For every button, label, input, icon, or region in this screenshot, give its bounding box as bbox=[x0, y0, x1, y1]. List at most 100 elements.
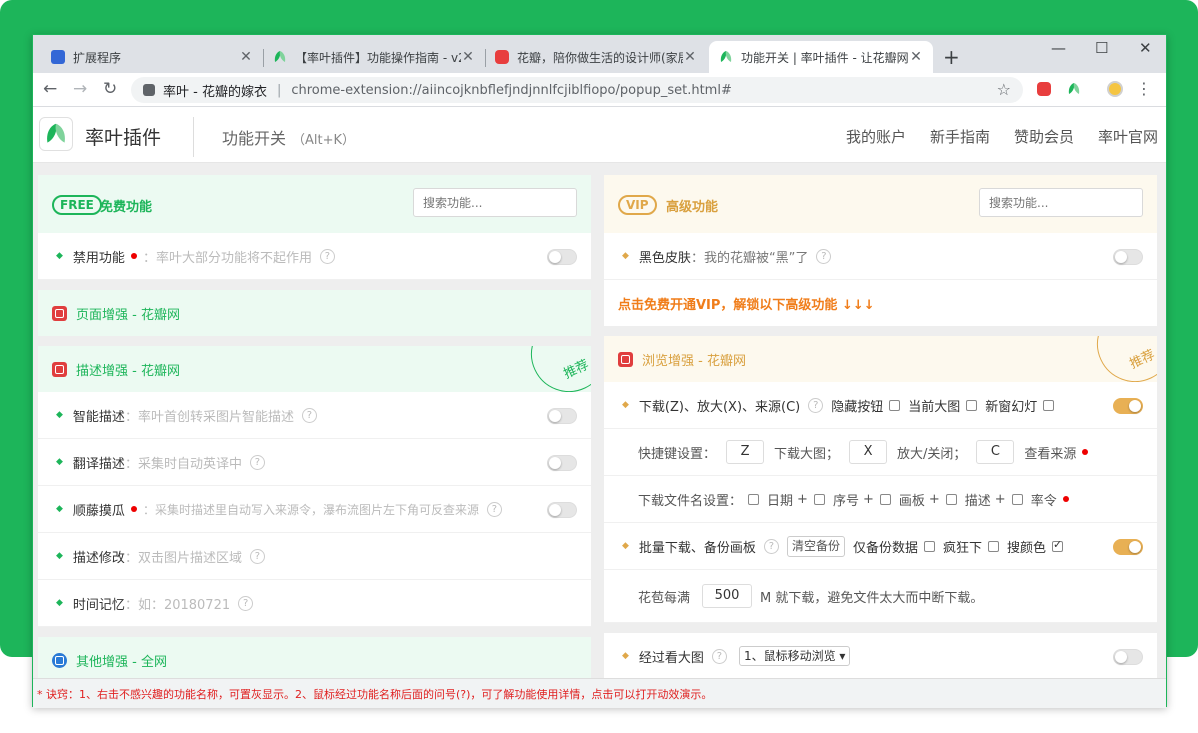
ie-icon bbox=[52, 652, 67, 668]
puzzle-icon bbox=[143, 84, 155, 96]
board-checkbox[interactable] bbox=[879, 493, 891, 505]
help-icon[interactable]: ? bbox=[249, 454, 265, 470]
nav-sponsor[interactable]: 赞助会员 bbox=[1014, 126, 1074, 147]
zoom-hotkey-input[interactable]: X bbox=[849, 440, 888, 464]
feature-name[interactable]: 顺藤摸瓜 bbox=[73, 500, 125, 519]
close-icon[interactable]: ✕ bbox=[909, 49, 923, 65]
search-color-checkbox[interactable] bbox=[1052, 538, 1063, 552]
tab-settings[interactable]: 功能开关 | 率叶插件 - 让花瓣网更好用 ✕ bbox=[709, 41, 933, 73]
feature-name[interactable]: 智能描述 bbox=[73, 406, 125, 425]
new-tab-button[interactable]: + bbox=[943, 45, 960, 69]
backup-data-checkbox[interactable] bbox=[923, 540, 935, 552]
toggle-switch[interactable] bbox=[1113, 398, 1143, 414]
spacer bbox=[604, 623, 1157, 633]
help-icon[interactable]: ? bbox=[763, 538, 779, 554]
toggle-switch[interactable] bbox=[547, 408, 577, 424]
close-icon[interactable]: ✕ bbox=[239, 49, 253, 65]
toggle-switch[interactable] bbox=[547, 502, 577, 518]
huaban-extension-icon[interactable] bbox=[1037, 82, 1051, 96]
source-hotkey-input[interactable]: C bbox=[976, 440, 1015, 464]
vip-search-input[interactable] bbox=[979, 188, 1143, 217]
tab-title: 功能开关 | 率叶插件 - 让花瓣网更好用 bbox=[741, 50, 909, 65]
toggle-switch[interactable] bbox=[547, 455, 577, 471]
hide-button-checkbox[interactable] bbox=[889, 399, 901, 411]
help-icon[interactable]: ? bbox=[319, 248, 335, 264]
maximize-button[interactable]: ☐ bbox=[1095, 39, 1108, 57]
feature-name[interactable]: 时间记忆 bbox=[73, 594, 125, 613]
bullet-icon: ◆ bbox=[56, 251, 63, 261]
bullet-icon: ◆ bbox=[622, 541, 629, 551]
address-bar[interactable]: 率叶 - 花瓣的嫁衣 | chrome-extension://aiincojk… bbox=[131, 77, 1023, 103]
feature-row: ◆ 翻译描述 ：采集时自动英译中 ? bbox=[38, 439, 591, 486]
limit-label: 花苞每满 bbox=[638, 590, 691, 606]
reload-icon[interactable]: ↻ bbox=[103, 79, 117, 99]
filename-label: 下载文件名设置： bbox=[638, 493, 743, 509]
vip-column: VIP 高级功能 ◆ 黑色皮肤 ：我的花瓣被“黑”了 ? 点击免费开通VIP，解… bbox=[604, 175, 1157, 708]
section-desc-enhance: 描述增强 - 花瓣网 推荐 bbox=[38, 346, 591, 392]
hotkey-desc: 查看来源 bbox=[1024, 446, 1077, 462]
section-other-enhance: 其他增强 - 全网 bbox=[38, 637, 591, 683]
nav-official-site[interactable]: 率叶官网 bbox=[1098, 126, 1158, 147]
feature-name[interactable]: 下载(Z)、放大(X)、来源(C) bbox=[639, 396, 800, 415]
current-image-checkbox[interactable] bbox=[966, 399, 978, 411]
slideshow-checkbox[interactable] bbox=[1043, 399, 1055, 411]
clear-backup-button[interactable]: 清空备份 bbox=[786, 535, 845, 557]
tab-extensions[interactable]: 扩展程序 ✕ bbox=[41, 41, 263, 73]
close-icon[interactable]: ✕ bbox=[683, 49, 697, 65]
nav-guide[interactable]: 新手指南 bbox=[930, 126, 990, 147]
star-icon[interactable]: ☆ bbox=[997, 80, 1011, 99]
option-label: 画板 bbox=[898, 493, 925, 509]
crazy-download-checkbox[interactable] bbox=[987, 540, 999, 552]
back-icon[interactable]: ← bbox=[43, 79, 57, 99]
toggle-switch[interactable] bbox=[547, 249, 577, 265]
close-window-button[interactable]: ✕ bbox=[1139, 39, 1152, 57]
forward-icon[interactable]: → bbox=[73, 79, 87, 99]
date-checkbox[interactable] bbox=[748, 493, 760, 505]
help-icon[interactable]: ? bbox=[249, 548, 265, 564]
toggle-switch[interactable] bbox=[1113, 649, 1143, 665]
feature-name[interactable]: 批量下载、备份画板 bbox=[639, 537, 756, 556]
header-divider bbox=[193, 117, 194, 157]
huaban-icon bbox=[618, 351, 633, 367]
feature-desc: ：双击图片描述区域 bbox=[124, 550, 242, 566]
feature-name[interactable]: 禁用功能 bbox=[73, 247, 125, 266]
menu-icon[interactable]: ⋮ bbox=[1136, 79, 1152, 98]
plus-sign: + bbox=[994, 491, 1006, 507]
help-icon[interactable]: ? bbox=[486, 501, 502, 517]
leaf-extension-icon[interactable] bbox=[1067, 82, 1081, 96]
free-search-input[interactable] bbox=[413, 188, 577, 217]
size-limit-input[interactable]: 500 bbox=[702, 584, 753, 608]
nav-my-account[interactable]: 我的账户 bbox=[846, 126, 906, 147]
minimize-button[interactable]: — bbox=[1051, 39, 1066, 57]
help-icon[interactable]: ? bbox=[711, 648, 727, 664]
token-checkbox[interactable] bbox=[1011, 493, 1023, 505]
toggle-switch[interactable] bbox=[1113, 249, 1143, 265]
help-icon[interactable]: ? bbox=[808, 397, 824, 413]
close-icon[interactable]: ✕ bbox=[461, 49, 475, 65]
download-hotkey-input[interactable]: Z bbox=[726, 440, 765, 464]
feature-name[interactable]: 描述修改 bbox=[73, 547, 125, 566]
toggle-switch[interactable] bbox=[1113, 539, 1143, 555]
profile-avatar[interactable] bbox=[1107, 81, 1123, 97]
feature-name[interactable]: 黑色皮肤 bbox=[639, 247, 691, 266]
option-label: 日期 bbox=[767, 493, 794, 509]
description-checkbox[interactable] bbox=[945, 493, 957, 505]
help-icon[interactable]: ? bbox=[238, 595, 254, 611]
feature-name[interactable]: 翻译描述 bbox=[73, 453, 125, 472]
url-text: chrome-extension://aiincojknbflefjndjnnl… bbox=[291, 82, 732, 98]
site-name: 率叶 - 花瓣的嫁衣 bbox=[163, 84, 267, 100]
help-icon[interactable]: ? bbox=[301, 407, 317, 423]
tab-guide[interactable]: 【率叶插件】功能操作指南 - v2.4 ✕ bbox=[263, 41, 485, 73]
help-icon[interactable]: ? bbox=[816, 248, 832, 264]
page-title: 功能开关 （Alt+K） bbox=[222, 125, 355, 149]
hover-mode-select[interactable]: 1、鼠标移动浏览 ▾ bbox=[738, 646, 851, 666]
index-checkbox[interactable] bbox=[813, 493, 825, 505]
section-title: 页面增强 - 花瓣网 bbox=[76, 307, 180, 323]
tip-text: * 诀窍：1、右击不感兴趣的功能名称，可置灰显示。2、鼠标经过功能名称后面的问号… bbox=[33, 678, 1166, 708]
huaban-icon bbox=[52, 361, 67, 377]
unlock-vip-link[interactable]: 点击免费开通VIP，解锁以下高级功能 ↓↓↓ bbox=[604, 280, 1157, 326]
section-title: 浏览增强 - 花瓣网 bbox=[642, 353, 746, 369]
feature-name[interactable]: 经过看大图 bbox=[639, 647, 704, 666]
option-label: 描述 bbox=[964, 493, 991, 509]
tab-huaban[interactable]: 花瓣，陪你做生活的设计师(家居 ✕ bbox=[485, 41, 707, 73]
